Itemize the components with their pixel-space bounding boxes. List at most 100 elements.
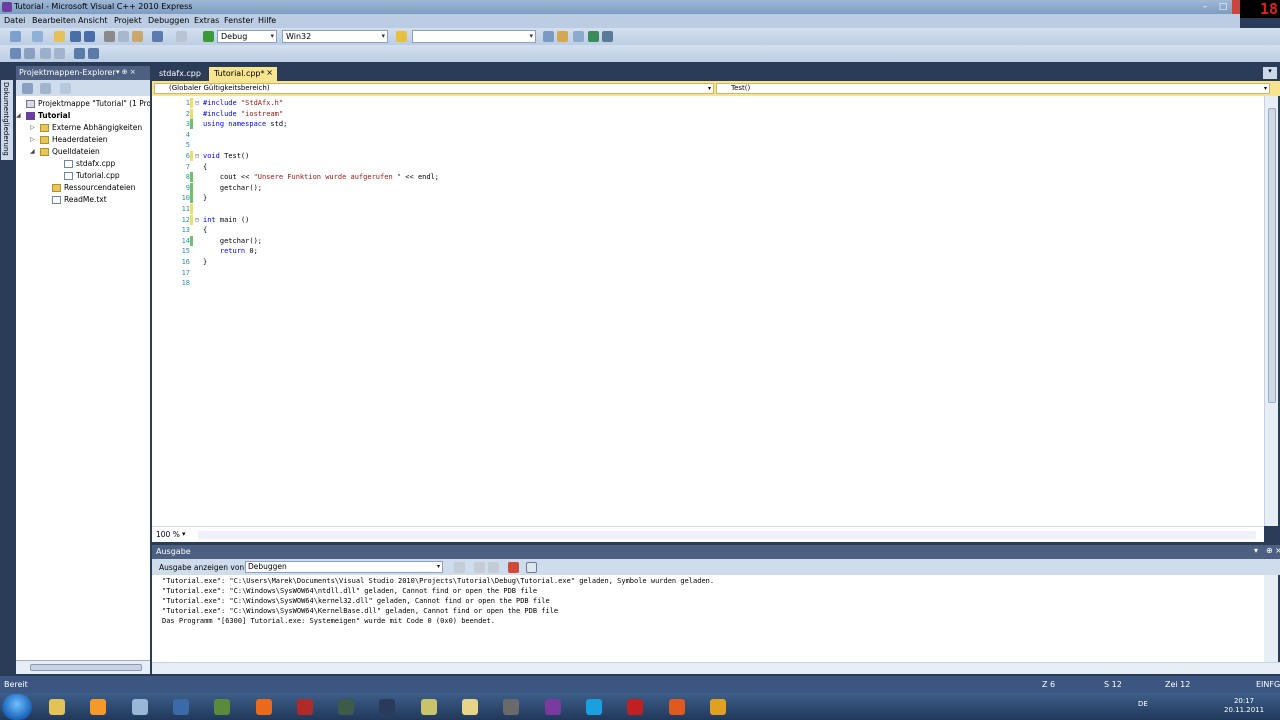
minimize-button[interactable]: – (1196, 0, 1214, 14)
cut-icon[interactable] (104, 31, 115, 42)
refresh-icon[interactable] (60, 83, 71, 94)
output-vertical-scrollbar[interactable] (1264, 575, 1278, 662)
list-members-icon[interactable] (10, 48, 21, 59)
open-file-icon[interactable] (54, 31, 65, 42)
redo-icon[interactable] (176, 31, 187, 42)
increase-indent-icon[interactable] (88, 48, 99, 59)
properties-icon[interactable] (557, 31, 568, 42)
code-line[interactable]: 18 (152, 278, 1264, 288)
toolbox-icon[interactable] (573, 31, 584, 42)
code-line[interactable]: 7{ (152, 162, 1264, 172)
start-debugging-icon[interactable] (203, 31, 214, 42)
scope-select[interactable]: (Globaler Gültigkeitsbereich) ▾ (154, 83, 714, 94)
taskbar-gimp-button[interactable] (492, 695, 530, 719)
tree-item[interactable]: ◢ Quelldateien (30, 147, 100, 156)
find-message-icon[interactable] (488, 562, 499, 573)
start-page-icon[interactable] (588, 31, 599, 42)
menu-item-debuggen[interactable]: Debuggen (148, 16, 189, 25)
code-line[interactable]: 3 using namespace std; (152, 119, 1264, 130)
taskbar-firefox-button[interactable] (245, 695, 283, 719)
word-wrap-icon[interactable] (526, 562, 537, 573)
editor-vertical-scrollbar[interactable] (1264, 96, 1278, 526)
taskbar-chrome-button[interactable] (121, 695, 159, 719)
code-line[interactable]: 9 getchar(); (152, 182, 1264, 193)
taskbar-filezilla-button[interactable] (616, 695, 654, 719)
decrease-indent-icon[interactable] (74, 48, 85, 59)
zoom-dropdown-icon[interactable]: ▾ (182, 530, 186, 538)
taskbar-network-button[interactable] (699, 695, 737, 719)
code-line[interactable]: 4 (152, 130, 1264, 140)
taskbar-tasks-button[interactable] (162, 695, 200, 719)
find-combo[interactable]: ▾ (412, 30, 536, 43)
extension-icon[interactable] (602, 31, 613, 42)
tree-item[interactable]: ▷ Externe Abhängigkeiten (30, 123, 142, 132)
scroll-thumb[interactable] (30, 664, 142, 671)
go-to-previous-icon[interactable] (454, 562, 465, 573)
outline-toggle-icon[interactable]: ⊟ (195, 98, 201, 108)
taskbar-steam-button[interactable] (368, 695, 406, 719)
code-line[interactable]: 15 return 0; (152, 246, 1264, 256)
solution-explorer-scrollbar[interactable] (16, 660, 150, 674)
tree-expander-icon[interactable]: ◢ (30, 148, 37, 155)
tree-item[interactable]: Tutorial.cpp (54, 171, 120, 180)
code-line[interactable]: 14 getchar(); (152, 235, 1264, 246)
find-in-files-icon[interactable] (396, 31, 407, 42)
code-line[interactable]: 8 cout << "Unsere Funktion wurde aufgeru… (152, 172, 1264, 183)
menu-item-fenster[interactable]: Fenster (224, 16, 254, 25)
taskbar-notes-button[interactable] (410, 695, 448, 719)
solution-config-select[interactable]: Debug ▾ (217, 30, 277, 43)
code-line[interactable]: 1 ⊟ #include "StdAfx.h" (152, 98, 1264, 108)
new-project-icon[interactable] (10, 31, 21, 42)
tree-expander-icon[interactable]: ▷ (30, 136, 37, 143)
code-line[interactable]: 6 ⊟ void Test() (152, 151, 1264, 161)
editor-horizontal-scrollbar[interactable] (198, 531, 1256, 539)
zoom-level[interactable]: 100 % (156, 530, 180, 539)
output-source-select[interactable]: Debuggen ▾ (245, 561, 443, 573)
menu-item-projekt[interactable]: Projekt (114, 16, 142, 25)
code-line[interactable]: 5 (152, 140, 1264, 150)
maximize-button[interactable]: □ (1214, 0, 1232, 14)
code-line[interactable]: 12 ⊟ int main () (152, 214, 1264, 225)
taskbar-ubuntu-button[interactable] (658, 695, 696, 719)
tab-list-dropdown-icon[interactable]: ▾ (1263, 67, 1277, 79)
output-text[interactable]: "Tutorial.exe": "C:\Users\Marek\Document… (152, 575, 1264, 662)
pane-pin-controls[interactable]: ▾ ⊕ × (116, 68, 136, 76)
menu-item-bearbeiten[interactable]: Bearbeiten (32, 16, 76, 25)
tab-stdafx-cpp[interactable]: stdafx.cpp (154, 67, 206, 81)
tree-item[interactable]: ◢ Tutorial (16, 111, 70, 120)
close-button[interactable] (1232, 0, 1240, 14)
code-line[interactable]: 11 (152, 204, 1264, 214)
scroll-thumb[interactable] (1268, 108, 1276, 403)
taskbar-media-player-button[interactable] (79, 695, 117, 719)
code-line[interactable]: 17 (152, 268, 1264, 278)
save-all-icon[interactable] (84, 31, 95, 42)
word-completion-icon[interactable] (54, 48, 65, 59)
taskbar-minecraft-button[interactable] (203, 695, 241, 719)
start-button-icon[interactable] (2, 694, 32, 720)
tree-expander-icon[interactable]: ◢ (16, 112, 23, 119)
code-line[interactable]: 16} (152, 257, 1264, 267)
tree-item[interactable]: Projektmappe "Tutorial" (1 Projekt) (16, 99, 150, 108)
menu-item-extras[interactable]: Extras (194, 16, 219, 25)
properties-icon[interactable] (22, 83, 33, 94)
solution-platform-select[interactable]: Win32 ▾ (282, 30, 388, 43)
menu-item-ansicht[interactable]: Ansicht (78, 16, 108, 25)
go-to-next-icon[interactable] (474, 562, 485, 573)
parameter-info-icon[interactable] (24, 48, 35, 59)
taskbar-paint-button[interactable] (451, 695, 489, 719)
tree-item[interactable]: Ressourcendateien (42, 183, 135, 192)
output-horizontal-scrollbar[interactable] (152, 662, 1280, 674)
code-editor[interactable]: 1 ⊟ #include "StdAfx.h" 2 #include "iostream… (152, 96, 1264, 526)
pin-icon[interactable]: ⊕ (1266, 546, 1273, 555)
code-line[interactable]: 13 { (152, 225, 1264, 235)
quick-info-icon[interactable] (40, 48, 51, 59)
paste-icon[interactable] (132, 31, 143, 42)
add-item-icon[interactable] (32, 31, 43, 42)
tree-item[interactable]: ▷ Headerdateien (30, 135, 108, 144)
tree-expander-icon[interactable]: ▷ (30, 124, 37, 131)
menu-item-hilfe[interactable]: Hilfe (258, 16, 276, 25)
undo-icon[interactable] (152, 31, 163, 42)
clock[interactable]: 20:17 20.11.2011 (1224, 697, 1264, 715)
pane-menu-icon[interactable]: ▾ (1254, 546, 1258, 555)
taskbar-tor-button[interactable] (534, 695, 572, 719)
